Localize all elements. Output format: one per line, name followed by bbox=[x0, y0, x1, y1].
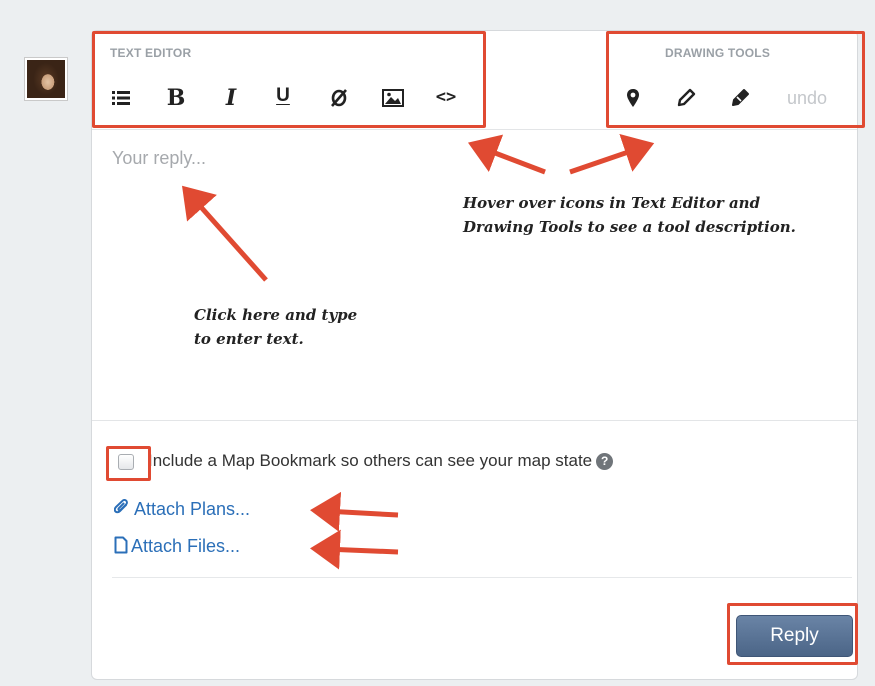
arrow-to-attach-files bbox=[310, 529, 399, 570]
annotation-arrows bbox=[182, 133, 655, 570]
arrow-to-attach-plans bbox=[310, 491, 399, 532]
arrow-to-drawing-tools bbox=[569, 133, 655, 175]
arrow-to-reply-input bbox=[182, 185, 268, 282]
arrow-to-text-editor bbox=[467, 134, 546, 175]
